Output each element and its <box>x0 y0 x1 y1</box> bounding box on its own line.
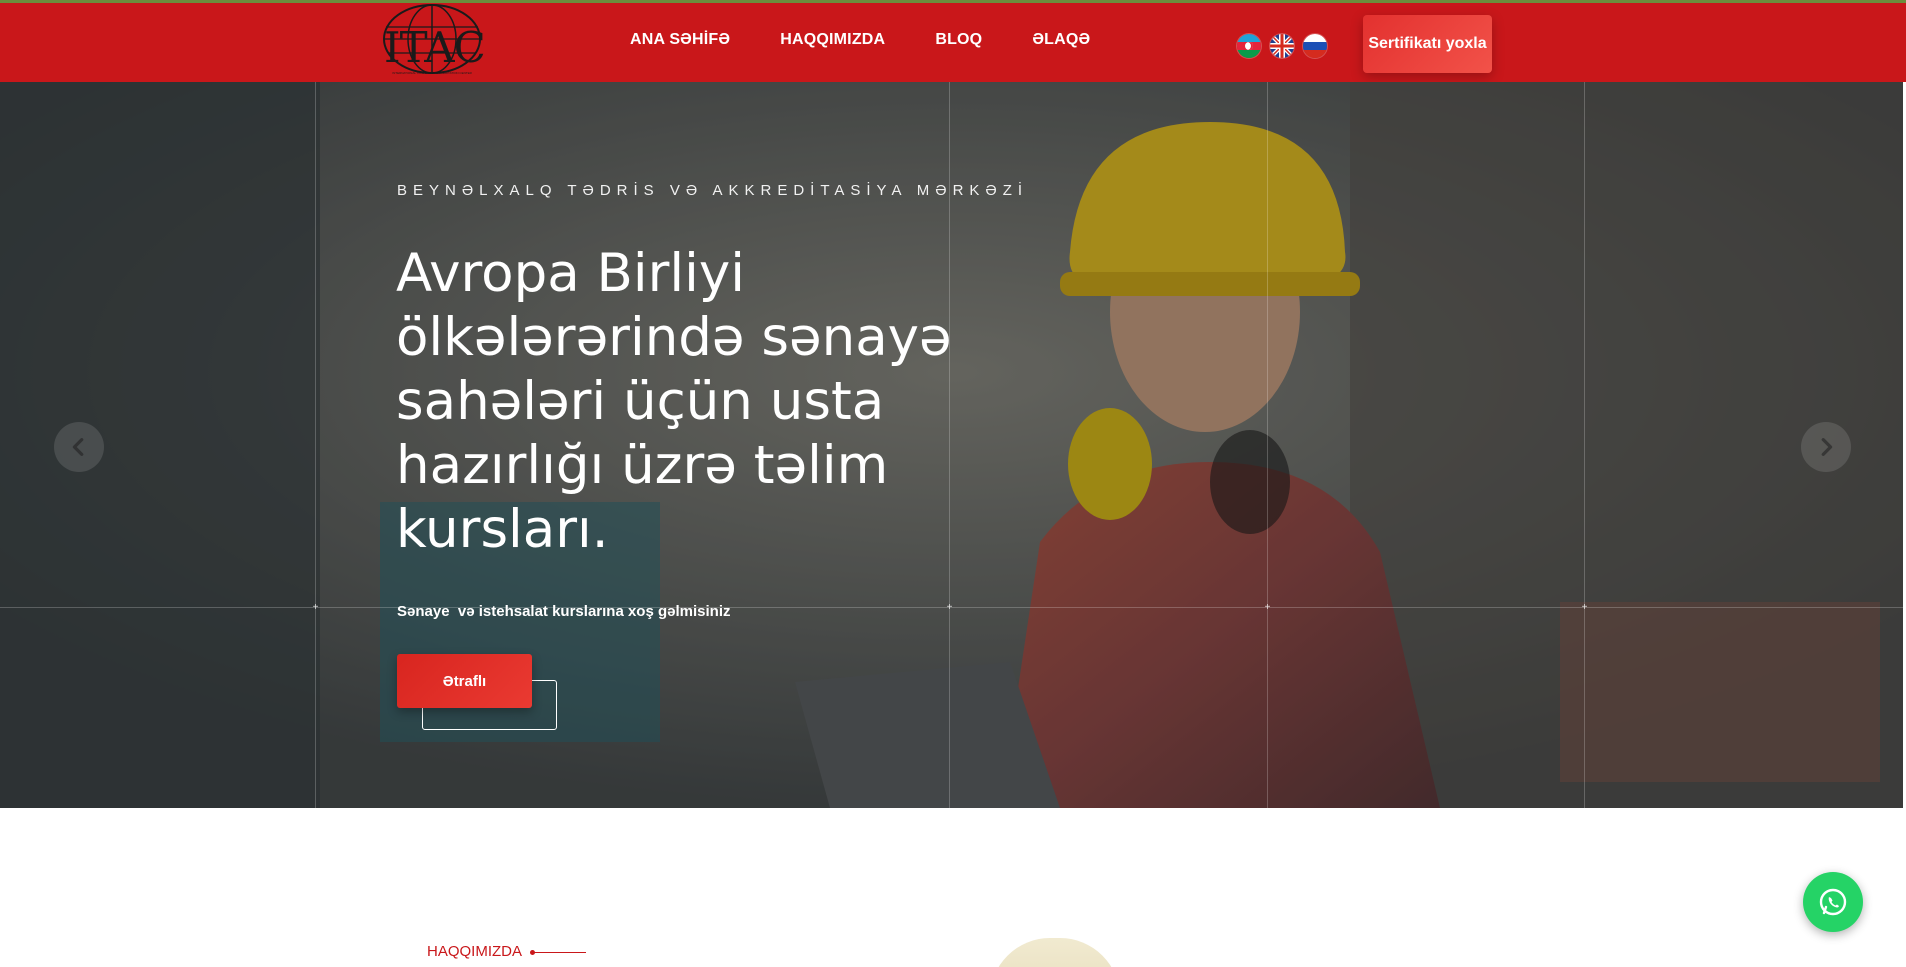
ru-flag-icon[interactable] <box>1303 34 1327 58</box>
grid-cross: + <box>1581 602 1588 613</box>
nav-about[interactable]: HAQQIMIZDA <box>780 31 885 49</box>
hero-title: Avropa Birliyi ölkələrərində sənayə sahə… <box>396 243 952 560</box>
grid-cross: + <box>1264 602 1271 613</box>
grid-line <box>1267 82 1268 808</box>
grid-line <box>1584 82 1585 808</box>
uk-flag-icon[interactable] <box>1270 34 1294 58</box>
check-certificate-button[interactable]: Sertifikatı yoxla <box>1363 15 1492 73</box>
nav-contact[interactable]: ƏLAQƏ <box>1032 31 1090 49</box>
hero-eyebrow: BEYNƏLXALQ TƏDRİS VƏ AKKREDİTASİYA MƏRKƏ… <box>397 182 1029 199</box>
logo-text: ITAC <box>384 23 486 72</box>
about-section-label: HAQQIMIZDA <box>427 943 523 960</box>
nav-blog[interactable]: BLOQ <box>935 31 982 49</box>
whatsapp-button[interactable] <box>1803 872 1863 932</box>
grid-line <box>315 82 316 808</box>
whatsapp-icon <box>1819 888 1847 916</box>
helmet-image <box>990 938 1120 967</box>
nav-home[interactable]: ANA SƏHİFƏ <box>630 31 730 49</box>
chevron-left-icon <box>72 438 84 456</box>
chevron-right-icon <box>1821 438 1833 456</box>
slider-next-button[interactable] <box>1801 422 1851 472</box>
main-nav: ANA SƏHİFƏ HAQQIMIZDA BLOQ ƏLAQƏ <box>630 31 1140 49</box>
grid-cross: + <box>312 602 319 613</box>
site-header: ITAC INTERNATIONAL TRAINING & ACCREDITAT… <box>0 0 1906 82</box>
hero-subtitle: Sənaye və istehsalat kurslarına xoş gəlm… <box>397 603 731 620</box>
hero-more-button[interactable]: Ətraflı <box>397 654 532 708</box>
slider-prev-button[interactable] <box>54 422 104 472</box>
about-label-line <box>531 952 586 953</box>
hero-slider: + + + + BEYNƏLXALQ TƏDRİS VƏ AKKREDİTASİ… <box>0 82 1906 808</box>
language-switcher <box>1237 34 1336 58</box>
grid-cross: + <box>946 602 953 613</box>
logo-subtitle: INTERNATIONAL TRAINING & ACCREDITATION C… <box>392 71 472 75</box>
itac-logo[interactable]: ITAC INTERNATIONAL TRAINING & ACCREDITAT… <box>380 3 486 81</box>
az-flag-icon[interactable] <box>1237 34 1261 58</box>
